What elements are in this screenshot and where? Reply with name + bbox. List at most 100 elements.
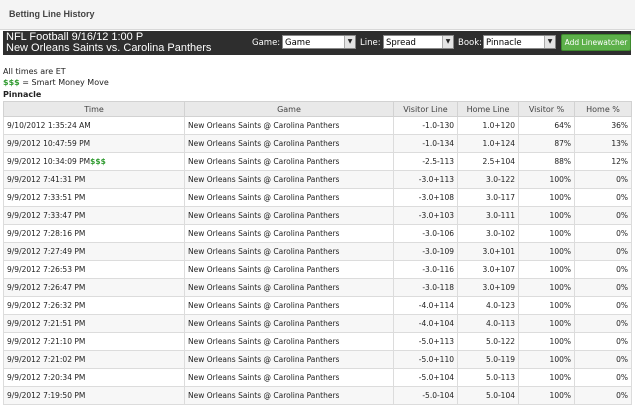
cell-time: 9/9/2012 10:47:59 PM [3,134,185,153]
cell-visitor-pct: 100% [518,332,575,351]
cell-home-pct: 13% [574,134,632,153]
game-title-line2: New Orleans Saints vs. Carolina Panthers [6,42,212,54]
chevron-down-icon: ▼ [442,36,453,48]
cell-home-line: 4.0-123 [457,296,519,315]
cell-time: 9/9/2012 7:41:31 PM [3,170,185,189]
cell-home-line: 1.0+124 [457,134,519,153]
line-select-label: Line: [360,38,381,48]
cell-home-pct: 12% [574,152,632,171]
cell-visitor-line: -5.0+113 [393,332,458,351]
cell-time: 9/9/2012 7:21:02 PM [3,350,185,369]
time-value: 9/9/2012 7:26:53 PM [7,265,86,274]
cell-visitor-line: -4.0+114 [393,296,458,315]
table-row: 9/9/2012 7:33:47 PM New Orleans Saints @ … [3,206,632,225]
table-row: 9/9/2012 7:26:32 PM New Orleans Saints @ … [3,296,632,315]
time-value: 9/9/2012 7:26:47 PM [7,283,86,292]
table-row: 9/9/2012 7:21:02 PM New Orleans Saints @ … [3,350,632,369]
cell-home-pct: 0% [574,206,632,225]
table-row: 9/9/2012 7:21:51 PM New Orleans Saints @ … [3,314,632,333]
page-title-bar: Betting Line History [0,0,635,30]
cell-game: New Orleans Saints @ Carolina Panthers [184,188,394,207]
cell-visitor-line: -4.0+104 [393,314,458,333]
table-row: 9/9/2012 7:21:10 PM New Orleans Saints @ … [3,332,632,351]
table-row: 9/9/2012 7:26:47 PM New Orleans Saints @ … [3,278,632,297]
game-select[interactable]: Game ▼ [282,35,356,49]
book-select[interactable]: Pinnacle ▼ [483,35,556,49]
column-header-time: Time [3,101,185,117]
cell-time: 9/9/2012 7:26:32 PM [3,296,185,315]
table-row: 9/9/2012 7:28:16 PM New Orleans Saints @ … [3,224,632,243]
cell-visitor-line: -2.5-113 [393,152,458,171]
cell-home-line: 3.0-111 [457,206,519,225]
cell-home-line: 3.0-122 [457,170,519,189]
book-select-value: Pinnacle [486,38,522,48]
cell-time: 9/9/2012 7:20:34 PM [3,368,185,387]
cell-home-pct: 0% [574,314,632,333]
cell-visitor-line: -3.0-116 [393,260,458,279]
cell-visitor-pct: 100% [518,242,575,261]
time-value: 9/10/2012 1:35:24 AM [7,121,91,130]
cell-home-pct: 0% [574,350,632,369]
cell-home-line: 1.0+120 [457,116,519,135]
cell-game: New Orleans Saints @ Carolina Panthers [184,260,394,279]
time-value: 9/9/2012 7:33:47 PM [7,211,86,220]
column-header-home-pct: Home % [574,101,632,117]
cell-time: 9/9/2012 7:26:53 PM [3,260,185,279]
chevron-down-icon: ▼ [544,36,555,48]
cell-time: 9/9/2012 7:33:51 PM [3,188,185,207]
cell-game: New Orleans Saints @ Carolina Panthers [184,170,394,189]
chevron-down-icon: ▼ [344,36,355,48]
cell-home-line: 5.0-122 [457,332,519,351]
cell-visitor-line: -5.0+104 [393,368,458,387]
cell-visitor-pct: 64% [518,116,575,135]
cell-time: 9/10/2012 1:35:24 AM [3,116,185,135]
game-select-value: Game [285,38,311,48]
cell-visitor-line: -3.0+103 [393,206,458,225]
time-value: 9/9/2012 7:21:02 PM [7,355,86,364]
cell-game: New Orleans Saints @ Carolina Panthers [184,134,394,153]
line-select[interactable]: Spread ▼ [383,35,454,49]
cell-game: New Orleans Saints @ Carolina Panthers [184,314,394,333]
cell-visitor-line: -3.0-118 [393,278,458,297]
cell-game: New Orleans Saints @ Carolina Panthers [184,278,394,297]
cell-home-pct: 0% [574,242,632,261]
cell-home-pct: 0% [574,386,632,405]
add-linewatcher-button[interactable]: Add Linewatcher [561,34,631,51]
cell-game: New Orleans Saints @ Carolina Panthers [184,224,394,243]
cell-home-line: 5.0-113 [457,368,519,387]
time-value: 9/9/2012 10:47:59 PM [7,139,91,148]
cell-visitor-line: -1.0-134 [393,134,458,153]
table-row: 9/9/2012 7:19:50 PM New Orleans Saints @ … [3,386,632,405]
time-value: 9/9/2012 7:20:34 PM [7,373,86,382]
smart-money-symbol: $$$ [3,78,20,87]
table-row: 9/9/2012 10:47:59 PM New Orleans Saints @… [3,134,632,153]
time-value: 9/9/2012 7:41:31 PM [7,175,86,184]
page-title: Betting Line History [9,9,95,19]
time-value: 9/9/2012 10:34:09 PM [7,157,91,166]
game-title: NFL Football 9/16/12 1:00 P New Orleans … [6,32,211,54]
cell-home-line: 3.0+107 [457,260,519,279]
cell-home-pct: 0% [574,170,632,189]
cell-home-pct: 0% [574,188,632,207]
table-row: 9/9/2012 7:26:53 PM New Orleans Saints @ … [3,260,632,279]
table-row: 9/9/2012 7:41:31 PM New Orleans Saints @ … [3,170,632,189]
cell-visitor-pct: 100% [518,170,575,189]
cell-time: 9/9/2012 7:28:16 PM [3,224,185,243]
cell-game: New Orleans Saints @ Carolina Panthers [184,242,394,261]
time-value: 9/9/2012 7:19:50 PM [7,391,86,400]
cell-visitor-pct: 100% [518,224,575,243]
cell-visitor-pct: 87% [518,134,575,153]
time-value: 9/9/2012 7:28:16 PM [7,229,86,238]
cell-time: 9/9/2012 7:21:10 PM [3,332,185,351]
cell-visitor-pct: 100% [518,386,575,405]
timezone-note: All times are ET [3,67,66,76]
cell-home-line: 5.0-119 [457,350,519,369]
time-value: 9/9/2012 7:33:51 PM [7,193,86,202]
cell-visitor-pct: 100% [518,296,575,315]
cell-visitor-pct: 100% [518,188,575,207]
cell-home-pct: 36% [574,116,632,135]
cell-game: New Orleans Saints @ Carolina Panthers [184,116,394,135]
cell-game: New Orleans Saints @ Carolina Panthers [184,386,394,405]
cell-visitor-pct: 100% [518,260,575,279]
cell-home-line: 5.0-104 [457,386,519,405]
